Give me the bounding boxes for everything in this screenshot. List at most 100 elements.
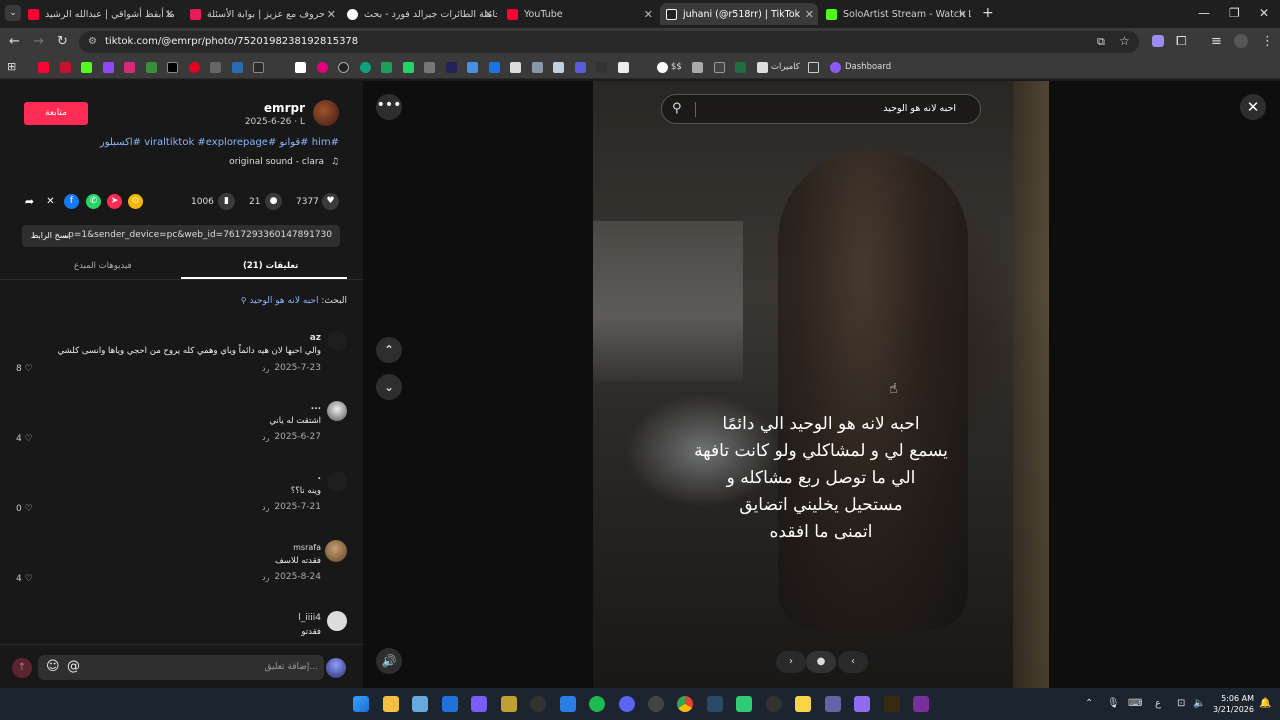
volume-icon[interactable]: 🔊 — [376, 648, 402, 674]
commenter-avatar[interactable] — [325, 540, 347, 562]
close-tab-icon[interactable]: ✕ — [327, 8, 336, 21]
bookmark-pinterest-icon[interactable] — [189, 62, 200, 73]
start-windows-icon[interactable] — [353, 696, 369, 712]
reply-link[interactable]: رد — [262, 364, 269, 373]
app-yellow-icon[interactable] — [501, 696, 517, 712]
viewer-search-query[interactable]: احبه لانه هو الوحيد — [883, 103, 956, 114]
author-avatar[interactable] — [313, 100, 339, 126]
bookmark-stream-icon[interactable] — [575, 62, 586, 73]
heart-outline-icon[interactable]: ♡ — [25, 574, 33, 584]
post-photo[interactable]: احبه لانه هو الوحيد الي دائمًا يسمع لي و… — [593, 81, 1049, 688]
commenter-name[interactable]: ... — [311, 402, 321, 412]
maximize-icon[interactable]: ❐ — [1229, 6, 1240, 20]
comment-placeholder[interactable]: إضافة تعليق... — [264, 662, 318, 672]
chatgpt-icon[interactable] — [648, 696, 664, 712]
comment-search-result[interactable]: البحث: احبه لانه هو الوحيد ⚲ — [241, 296, 347, 306]
profile-avatar-icon[interactable] — [1234, 34, 1248, 48]
bookmark-instagram-icon[interactable] — [124, 62, 135, 73]
input-language[interactable]: ع — [1155, 698, 1161, 709]
tab-4-active[interactable]: juhani (@r518rr) | TikTok ✕ — [660, 3, 818, 25]
share-link-text[interactable]: ...p=1&sender_device=pc&web_id=761729336… — [60, 230, 332, 240]
bookmark-t-icon[interactable] — [295, 62, 306, 73]
app-diamond-icon[interactable] — [471, 696, 487, 712]
minimize-icon[interactable]: — — [1198, 6, 1210, 20]
teams-icon[interactable] — [825, 696, 841, 712]
bookmark-youtube-icon[interactable] — [38, 62, 49, 73]
folder-icon[interactable] — [808, 62, 819, 73]
app-dark-icon[interactable] — [884, 696, 900, 712]
tab-creator-videos[interactable]: فيديوهات المبدع — [74, 261, 132, 271]
reply-link[interactable]: رد — [262, 503, 269, 512]
heart-outline-icon[interactable]: ♡ — [25, 364, 33, 374]
network-icon[interactable]: ⊡ — [1177, 698, 1185, 709]
tab-search-button[interactable]: ⌄ — [5, 5, 21, 21]
bookmark-cameras[interactable]: كاميرات — [771, 62, 800, 72]
share-x-icon[interactable]: ✕ — [43, 194, 58, 209]
keyboard-icon[interactable]: ⌨ — [1128, 698, 1142, 709]
bookmark-b-icon[interactable] — [618, 62, 629, 73]
heart-outline-icon[interactable]: ♡ — [25, 434, 33, 444]
bookmark-doc-icon[interactable] — [553, 62, 564, 73]
bookmark-link-icon[interactable] — [210, 62, 221, 73]
share-arrow-icon[interactable]: ➦ — [22, 194, 37, 209]
bookmark-twitch-icon[interactable] — [103, 62, 114, 73]
commenter-name[interactable]: . — [318, 472, 321, 482]
search-query[interactable]: احبه لانه هو الوحيد — [250, 296, 319, 306]
bookmark-amazon-icon[interactable] — [510, 62, 521, 73]
close-tab-icon[interactable]: ✕ — [958, 8, 967, 21]
tab-3[interactable]: YouTube ✕ — [507, 3, 657, 25]
bookmark-flag-icon[interactable] — [146, 62, 157, 73]
commenter-avatar[interactable] — [327, 611, 347, 631]
bookmark-dollar[interactable]: $$ — [671, 62, 682, 72]
microphone-icon[interactable]: 🎙 — [1107, 698, 1120, 709]
bookmark-screen-icon[interactable] — [692, 62, 703, 73]
next-post-chevron-down-icon[interactable]: ⌄ — [376, 374, 402, 400]
pager-next-chevron-icon[interactable]: › — [776, 651, 806, 673]
bookmark-mint-icon[interactable] — [403, 62, 414, 73]
close-window-icon[interactable]: ✕ — [1259, 6, 1269, 20]
pager-dot-active[interactable]: ● — [806, 651, 836, 673]
reply-link[interactable]: رد — [262, 573, 269, 582]
comment-icon[interactable]: ● — [265, 193, 282, 210]
share-telegram-icon[interactable]: ➤ — [107, 194, 122, 209]
reply-link[interactable]: رد — [262, 433, 269, 442]
forward-arrow-icon[interactable]: → — [33, 34, 44, 49]
comment-likes[interactable]: 4 ♡ — [16, 434, 33, 444]
my-avatar[interactable] — [326, 658, 346, 678]
comment-likes[interactable]: 8 ♡ — [16, 364, 33, 374]
commenter-name[interactable]: l_iiii4 — [298, 613, 321, 623]
4k-downloader-icon[interactable] — [530, 696, 546, 712]
heart-outline-icon[interactable]: ♡ — [25, 504, 33, 514]
previous-post-chevron-up-icon[interactable]: ⌃ — [376, 337, 402, 363]
mail-icon[interactable] — [442, 696, 458, 712]
comment-input[interactable]: ☺ @ إضافة تعليق... — [38, 655, 324, 680]
spotify-icon[interactable] — [589, 696, 605, 712]
notepad-icon[interactable] — [412, 696, 428, 712]
bookmark-icon[interactable]: ▮ — [218, 193, 235, 210]
dashboard-icon[interactable] — [830, 62, 841, 73]
commenter-name[interactable]: az — [310, 333, 321, 343]
viewer-search-bar[interactable]: ⚲ احبه لانه هو الوحيد — [661, 94, 981, 124]
close-tab-icon[interactable]: ✕ — [805, 8, 814, 21]
notifications-icon[interactable]: 🔔 — [1259, 698, 1271, 709]
close-tab-icon[interactable]: ✕ — [644, 8, 653, 21]
send-arrow-icon[interactable]: ↑ — [12, 658, 32, 678]
chrome-icon[interactable] — [677, 696, 693, 712]
sticky-notes-icon[interactable] — [795, 696, 811, 712]
app-magenta-icon[interactable] — [913, 696, 929, 712]
commenter-avatar[interactable] — [327, 401, 347, 421]
search-icon[interactable]: ⚲ — [672, 101, 682, 116]
post-caption[interactable]: #him #قوانو #viraltiktok #explorepage #ا… — [100, 137, 339, 148]
discord-icon[interactable] — [619, 696, 635, 712]
extension-icon[interactable] — [1152, 35, 1164, 47]
site-info-icon[interactable]: ⚙ — [88, 36, 97, 47]
tray-chevron-icon[interactable]: ⌃ — [1085, 698, 1093, 709]
share-whatsapp-icon[interactable]: ✆ — [86, 194, 101, 209]
bookmark-blue-icon[interactable] — [232, 62, 243, 73]
share-facebook-icon[interactable]: f — [64, 194, 79, 209]
media-controls-icon[interactable]: ≡ — [1211, 34, 1222, 49]
bookmark-red-icon[interactable] — [60, 62, 71, 73]
bookmark-green-icon[interactable] — [381, 62, 392, 73]
comment-likes[interactable]: 4 ♡ — [16, 574, 33, 584]
commenter-avatar[interactable] — [327, 471, 347, 491]
